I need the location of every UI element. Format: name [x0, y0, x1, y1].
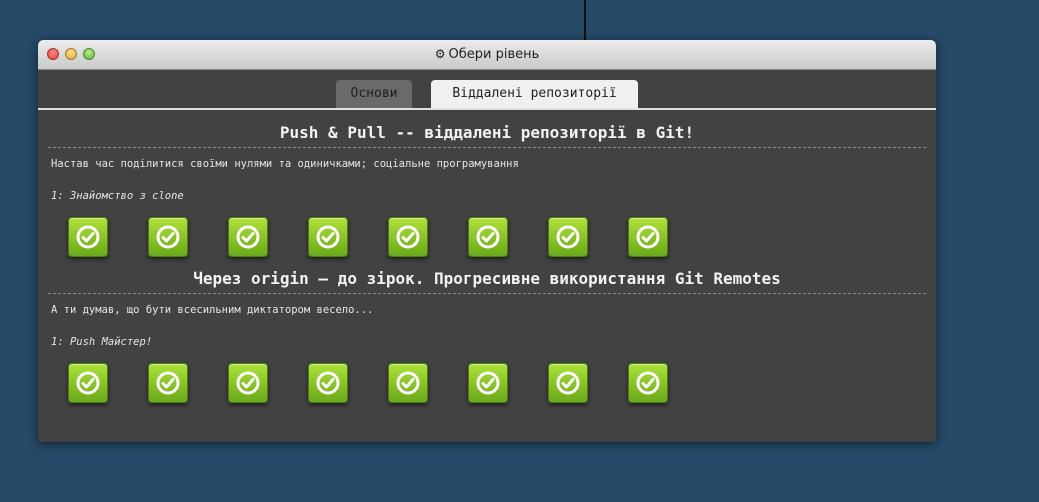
section-divider — [48, 293, 926, 294]
checkmark-icon — [235, 370, 261, 396]
checkmark-icon — [75, 370, 101, 396]
checkmark-icon — [555, 370, 581, 396]
background-divider-line — [584, 0, 586, 40]
level-button-4[interactable] — [308, 217, 348, 257]
tab-bar: Основи Віддалені репозиторії — [38, 70, 936, 110]
level-button-3[interactable] — [228, 217, 268, 257]
level-button-8[interactable] — [628, 363, 668, 403]
checkmark-icon — [75, 224, 101, 250]
level-button-3[interactable] — [228, 363, 268, 403]
level-button-2[interactable] — [148, 217, 188, 257]
sequence-section-origin: Через origin – до зірок. Прогресивне вик… — [38, 265, 936, 403]
window-title-text: Обери рівень — [448, 47, 540, 62]
level-grid — [68, 217, 936, 257]
level-select-window: ⚙ Обери рівень Основи Віддалені репозитор… — [38, 40, 936, 442]
section-divider — [48, 147, 926, 148]
checkmark-icon — [235, 224, 261, 250]
section-subtitle: 1: Push Майстер! — [51, 336, 153, 348]
checkmark-icon — [635, 370, 661, 396]
level-button-6[interactable] — [468, 217, 508, 257]
section-description: А ти думав, що бути всесильним диктаторо… — [51, 304, 374, 316]
level-button-1[interactable] — [68, 217, 108, 257]
section-description: Настав час поділитися своїми нулями та о… — [51, 158, 519, 170]
level-button-8[interactable] — [628, 217, 668, 257]
checkmark-icon — [475, 224, 501, 250]
checkmark-icon — [395, 224, 421, 250]
checkmark-icon — [555, 224, 581, 250]
level-button-5[interactable] — [388, 363, 428, 403]
tab-basics[interactable]: Основи — [336, 80, 412, 108]
level-button-7[interactable] — [548, 363, 588, 403]
checkmark-icon — [315, 224, 341, 250]
level-button-5[interactable] — [388, 217, 428, 257]
tab-remote-repos[interactable]: Віддалені репозиторії — [431, 80, 638, 108]
level-button-4[interactable] — [308, 363, 348, 403]
level-button-2[interactable] — [148, 363, 188, 403]
checkmark-icon — [155, 224, 181, 250]
level-button-6[interactable] — [468, 363, 508, 403]
window-titlebar: ⚙ Обери рівень — [38, 40, 936, 70]
checkmark-icon — [155, 370, 181, 396]
level-button-1[interactable] — [68, 363, 108, 403]
checkmark-icon — [315, 370, 341, 396]
window-title: ⚙ Обери рівень — [38, 47, 936, 62]
checkmark-icon — [475, 370, 501, 396]
level-grid — [68, 363, 936, 403]
section-title: Через origin – до зірок. Прогресивне вик… — [193, 269, 781, 288]
section-title: Push & Pull -- віддалені репозиторії в G… — [279, 123, 695, 142]
level-button-7[interactable] — [548, 217, 588, 257]
checkmark-icon — [395, 370, 421, 396]
section-subtitle: 1: Знайомство з clone — [51, 190, 184, 202]
gear-icon: ⚙ — [434, 47, 446, 61]
sequence-section-push-pull: Push & Pull -- віддалені репозиторії в G… — [38, 119, 936, 257]
checkmark-icon — [635, 224, 661, 250]
